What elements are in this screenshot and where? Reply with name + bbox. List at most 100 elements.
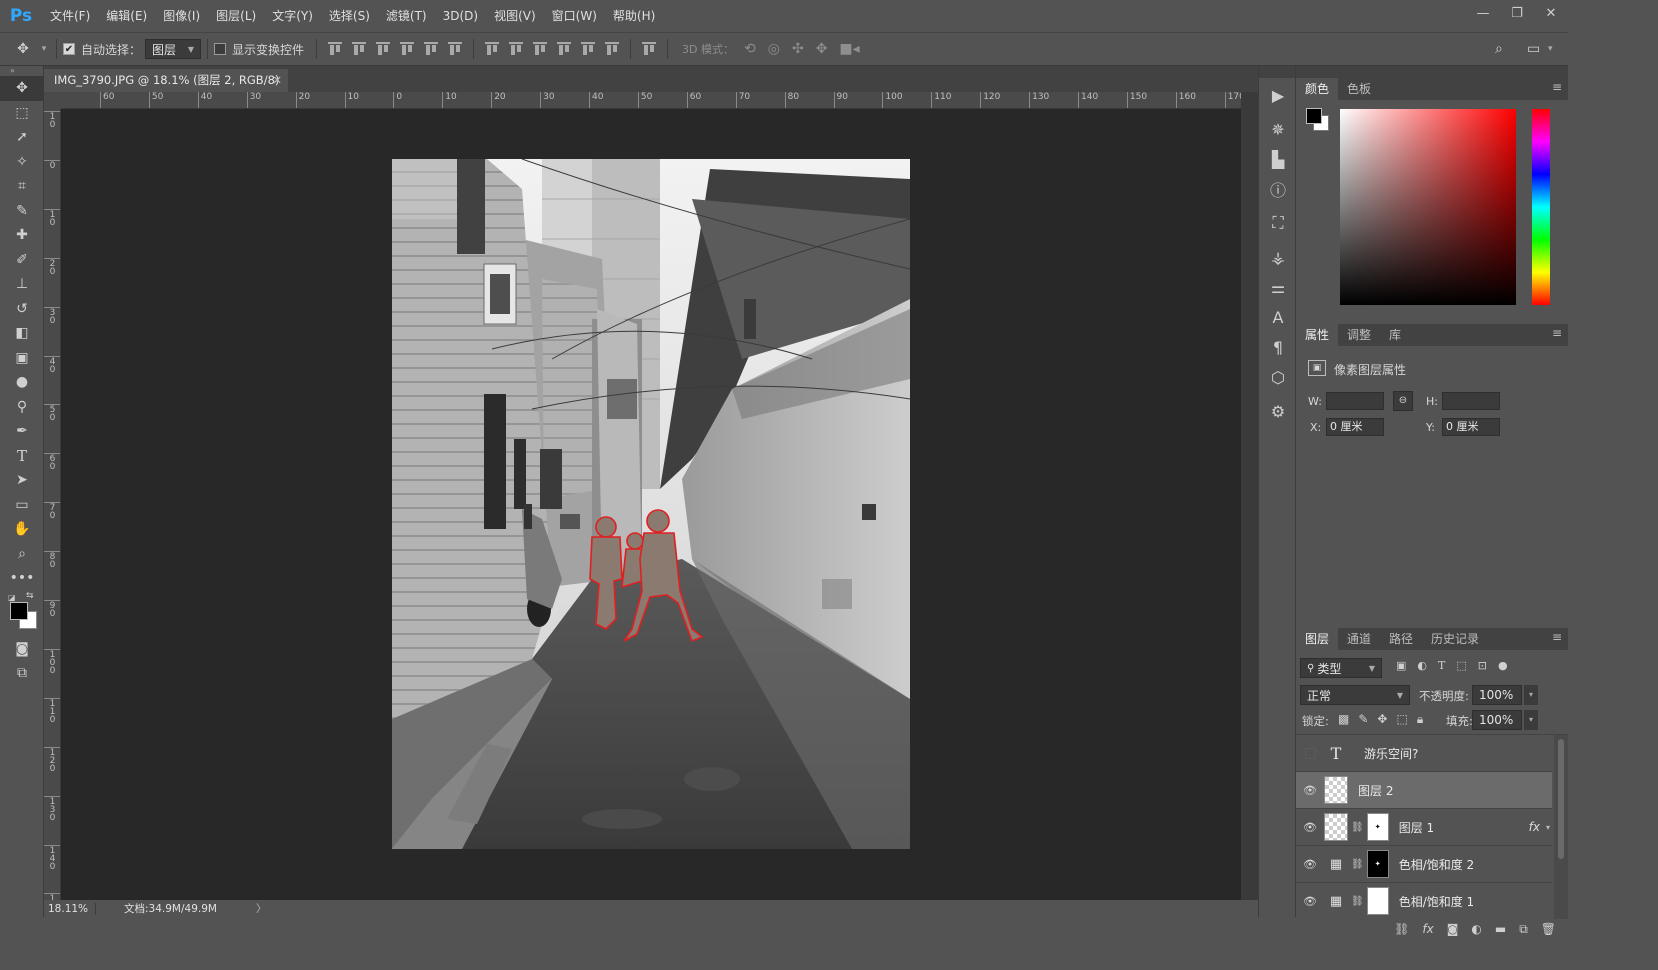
menu-item[interactable]: 视图(V) xyxy=(486,0,544,32)
mask-link-icon[interactable]: ⛓︎ xyxy=(1351,822,1364,833)
move-tool-icon[interactable]: ✥ xyxy=(0,76,44,101)
menu-item[interactable]: 文件(F) xyxy=(42,0,98,32)
menu-item[interactable]: 文字(Y) xyxy=(264,0,321,32)
layer-row[interactable]: 👁︎ ▦ ⛓︎ 色相/饱和度 1 xyxy=(1296,883,1552,919)
3d-orbit-icon[interactable]: ⟲ xyxy=(744,41,756,57)
height-field[interactable] xyxy=(1442,392,1500,410)
tab-paths[interactable]: 路径 xyxy=(1380,628,1422,650)
tab-libraries[interactable]: 库 xyxy=(1380,324,1410,346)
panel-menu-icon[interactable]: ≡ xyxy=(1552,80,1562,94)
tab-channels[interactable]: 通道 xyxy=(1338,628,1380,650)
status-menu-icon[interactable]: 〉 xyxy=(256,901,267,916)
tab-history[interactable]: 历史记录 xyxy=(1422,628,1488,650)
swap-colors-icon[interactable]: ⇆ xyxy=(26,591,34,601)
move-tool-icon[interactable]: ✥ xyxy=(8,41,38,57)
magic-wand-tool-icon[interactable]: ✧ xyxy=(0,150,44,175)
filter-pixel-icon[interactable]: ▣ xyxy=(1396,659,1406,672)
filter-shape-icon[interactable]: ⬚ xyxy=(1456,659,1466,672)
layer-mask-thumbnail[interactable]: ✦ xyxy=(1366,813,1389,841)
dodge-tool-icon[interactable]: ⚲ xyxy=(0,395,44,420)
healing-brush-tool-icon[interactable]: ✚ xyxy=(0,223,44,248)
type-tool-icon[interactable]: T xyxy=(0,444,44,469)
gradient-tool-icon[interactable]: ▣ xyxy=(0,346,44,371)
crop-tool-icon[interactable]: ⌗ xyxy=(0,174,44,199)
search-icon[interactable]: ⌕ xyxy=(1495,41,1503,57)
adjust-sliders-icon[interactable]: ⚌ xyxy=(1259,274,1297,300)
tab-color[interactable]: 颜色 xyxy=(1296,78,1339,100)
workspace-icon[interactable]: ▭ xyxy=(1527,41,1540,57)
layer-row[interactable]: 👁︎ ▦ ⛓︎ ✦ 色相/饱和度 2 xyxy=(1296,846,1552,883)
close-tab-icon[interactable]: ✕ xyxy=(272,69,282,92)
lock-position-icon[interactable]: ✥ xyxy=(1377,712,1387,727)
align-right-icon[interactable] xyxy=(448,42,463,56)
info-icon[interactable]: ⓘ xyxy=(1259,172,1297,206)
3d-roll-icon[interactable]: ◎ xyxy=(768,41,780,57)
3d-cube-icon[interactable]: ⬡ xyxy=(1259,360,1297,394)
collapse-toolbox-icon[interactable]: » xyxy=(0,66,43,76)
mask-link-icon[interactable]: ⛓︎ xyxy=(1351,859,1364,870)
auto-select-checkbox[interactable]: ✔ xyxy=(63,43,75,55)
align-left-icon[interactable] xyxy=(400,42,415,56)
link-icon[interactable]: ⛓︎ xyxy=(1394,922,1409,936)
layer-filter-select[interactable]: ⚲ 类型 ▼ xyxy=(1300,658,1382,678)
foreground-color-chip[interactable] xyxy=(1306,108,1322,124)
folder-icon[interactable]: ▬ xyxy=(1495,922,1506,936)
layer-list-scrollbar[interactable] xyxy=(1554,735,1568,919)
pen-tool-icon[interactable]: ✒ xyxy=(0,419,44,444)
link-icon[interactable]: ⊖ xyxy=(1393,391,1413,411)
menu-item[interactable]: 图层(L) xyxy=(208,0,264,32)
lock-image-icon[interactable]: ✎ xyxy=(1358,712,1368,727)
new-layer-icon[interactable]: ⧉ xyxy=(1519,922,1528,937)
blend-mode-select[interactable]: 正常 ▼ xyxy=(1300,685,1410,705)
eye-icon[interactable]: 👁︎ xyxy=(1296,784,1324,797)
menu-item[interactable]: 编辑(E) xyxy=(98,0,155,32)
minimize-button[interactable]: — xyxy=(1466,0,1500,26)
y-field[interactable]: 0 厘米 xyxy=(1442,418,1500,436)
fill-chevron-icon[interactable]: ▾ xyxy=(1524,710,1538,730)
fx-icon[interactable]: fx xyxy=(1422,922,1433,936)
filter-type-icon[interactable]: T xyxy=(1438,659,1445,672)
marquee-tool-icon[interactable]: ⬚ xyxy=(0,101,44,126)
align-top-icon[interactable] xyxy=(328,42,343,56)
panel-menu-icon[interactable]: ≡ xyxy=(1552,326,1562,340)
mask-icon[interactable]: ◙ xyxy=(1447,922,1459,936)
restore-button[interactable]: ❐ xyxy=(1500,0,1534,26)
fill-field[interactable]: 100% xyxy=(1472,710,1522,730)
tab-swatches[interactable]: 色板 xyxy=(1338,78,1380,100)
tool-preset-chevron-icon[interactable]: ▾ xyxy=(38,44,50,54)
play-action-icon[interactable]: ▶ xyxy=(1259,78,1297,112)
layer-row[interactable]: 👁︎ ⛓︎ ✦ 图层 1 fx ▾ xyxy=(1296,809,1552,846)
hand-tool-icon[interactable]: ✋ xyxy=(0,517,44,542)
tab-layers[interactable]: 图层 xyxy=(1296,628,1339,650)
menu-item[interactable]: 滤镜(T) xyxy=(378,0,435,32)
workspace-chevron-icon[interactable]: ▾ xyxy=(1548,44,1553,54)
3d-scale-icon[interactable]: ■◂ xyxy=(839,41,859,57)
align-hcenter-icon[interactable] xyxy=(424,42,439,56)
layer-mask-thumbnail[interactable]: ✦ xyxy=(1366,850,1389,878)
quick-mask-icon[interactable]: ◙ xyxy=(0,637,44,662)
menu-item[interactable]: 窗口(W) xyxy=(544,0,605,32)
default-colors-icon[interactable]: ◪ xyxy=(8,593,16,602)
menu-item[interactable]: 3D(D) xyxy=(435,0,486,32)
menu-item[interactable]: 选择(S) xyxy=(321,0,378,32)
distribute-hcenter-icon[interactable] xyxy=(581,42,596,56)
close-button[interactable]: ✕ xyxy=(1534,0,1568,26)
distribute-bottom-icon[interactable] xyxy=(533,42,548,56)
visibility-toggle-off[interactable] xyxy=(1296,747,1324,759)
3d-pan-icon[interactable]: ✣ xyxy=(792,41,804,57)
hue-slider[interactable] xyxy=(1532,109,1550,305)
histogram-icon[interactable]: ▙ xyxy=(1259,146,1297,172)
color-field[interactable] xyxy=(1340,109,1516,305)
align-vcenter-icon[interactable] xyxy=(352,42,367,56)
rectangle-tool-icon[interactable]: ▭ xyxy=(0,493,44,518)
scrollbar-thumb[interactable] xyxy=(1558,739,1564,859)
align-bottom-icon[interactable] xyxy=(376,42,391,56)
zoom-level[interactable]: 18.11% xyxy=(44,902,96,915)
eraser-tool-icon[interactable]: ◧ xyxy=(0,321,44,346)
mask-link-icon[interactable]: ⛓︎ xyxy=(1351,896,1364,907)
foreground-color-swatch[interactable] xyxy=(10,601,28,620)
trash-icon[interactable]: 🗑︎ xyxy=(1541,922,1556,936)
lock-all-icon[interactable]: 🔒︎ xyxy=(1417,712,1423,727)
tab-adjustments[interactable]: 调整 xyxy=(1338,324,1380,346)
eye-icon[interactable]: 👁︎ xyxy=(1296,858,1324,871)
